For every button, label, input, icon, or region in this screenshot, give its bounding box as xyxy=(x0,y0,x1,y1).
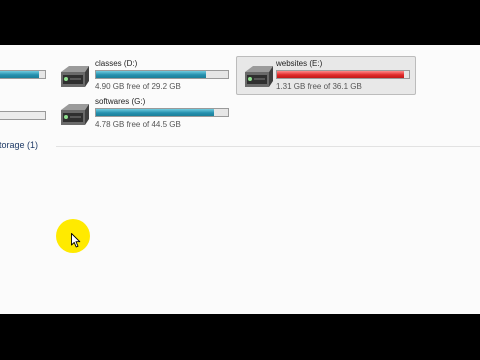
drive-free-space: 4.78 GB free of 44.5 GB xyxy=(95,120,181,129)
hard-drive-icon xyxy=(61,66,89,87)
drive-usage-fill xyxy=(96,109,214,116)
drive-name: softwares (G:) xyxy=(95,97,146,106)
drive-usage-bar xyxy=(95,108,229,117)
drive-usage-bar-partial xyxy=(0,70,46,79)
drive-usage-fill xyxy=(0,71,40,78)
drive-usage-bar xyxy=(276,70,410,79)
group-label: Storage (1) xyxy=(0,140,39,150)
drive-free-space: 4.90 GB free of 29.2 GB xyxy=(95,82,181,91)
drive-item-websites[interactable]: websites (E:) 1.31 GB free of 36.1 GB xyxy=(236,56,416,95)
drive-name: websites (E:) xyxy=(276,59,323,68)
hard-drive-icon xyxy=(61,104,89,125)
mouse-pointer-icon xyxy=(71,233,81,248)
drive-item-classes[interactable]: classes (D:) 4.90 GB free of 29.2 GB xyxy=(56,59,234,97)
drive-item-softwares[interactable]: softwares (G:) 4.78 GB free of 44.5 GB xyxy=(56,97,234,135)
hard-drive-icon xyxy=(245,66,273,87)
drive-usage-bar xyxy=(95,70,229,79)
explorer-content: classes (D:) 4.90 GB free of 29.2 GB sof… xyxy=(0,45,480,314)
drive-usage-fill xyxy=(277,71,405,78)
group-header-storage[interactable]: Storage (1) xyxy=(0,140,480,152)
drive-name: classes (D:) xyxy=(95,59,138,68)
drive-usage-bar-partial xyxy=(0,111,46,120)
drive-free-space: 1.31 GB free of 36.1 GB xyxy=(276,82,362,91)
drive-usage-fill xyxy=(96,71,206,78)
group-divider xyxy=(56,146,480,147)
